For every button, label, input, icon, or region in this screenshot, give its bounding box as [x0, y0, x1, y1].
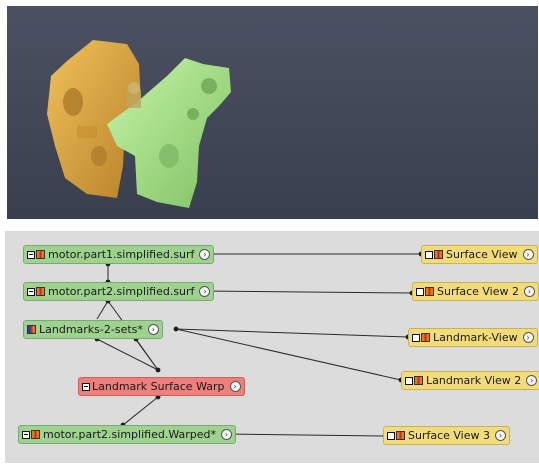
chevron-right-icon[interactable]: ›	[526, 375, 538, 386]
node-motor-part2-warped[interactable]: motor.part2.simplified.Warped* ›	[18, 425, 236, 444]
node-landmark-surface-warp[interactable]: Landmark Surface Warp ›	[78, 377, 245, 396]
chevron-right-icon[interactable]: ›	[199, 249, 211, 260]
node-landmark-view[interactable]: Landmark-View ›	[408, 328, 538, 347]
node-label: Landmark-View	[433, 331, 518, 344]
checkbox-icon[interactable]	[412, 333, 420, 342]
node-landmark-view-2[interactable]: Landmark View 2 ›	[401, 371, 539, 390]
node-label: Surface View 3	[408, 429, 491, 442]
node-label: motor.part1.simplified.surf	[48, 248, 195, 261]
node-surface-view[interactable]: Surface View ›	[421, 245, 538, 264]
node-label: Surface View	[446, 248, 518, 261]
node-motor-part2[interactable]: motor.part2.simplified.surf ›	[23, 282, 215, 301]
chevron-right-icon[interactable]: ›	[522, 332, 534, 343]
colormap-icon	[31, 430, 40, 439]
chevron-right-icon[interactable]: ›	[221, 429, 232, 440]
minus-box-icon[interactable]	[22, 430, 30, 439]
minus-box-icon[interactable]	[27, 287, 35, 296]
colormap-icon	[425, 287, 434, 296]
node-label: Landmarks-2-sets*	[39, 323, 143, 336]
node-landmarks[interactable]: Landmarks-2-sets* ›	[23, 320, 163, 339]
colormap-icon	[36, 250, 45, 259]
node-label: motor.part2.simplified.Warped*	[43, 428, 216, 441]
colormap-icon	[36, 287, 45, 296]
chevron-right-icon[interactable]: ›	[524, 286, 536, 297]
minus-box-icon[interactable]	[27, 250, 35, 259]
node-label: Surface View 2	[437, 285, 520, 298]
colormap-icon	[421, 333, 430, 342]
chevron-right-icon[interactable]: ›	[522, 249, 534, 260]
checkbox-icon[interactable]	[405, 376, 413, 385]
checkbox-icon[interactable]	[416, 287, 424, 296]
node-label: motor.part2.simplified.surf	[48, 285, 195, 298]
chevron-right-icon[interactable]: ›	[147, 324, 159, 335]
node-label: Landmark Surface Warp	[92, 380, 225, 393]
colormap-icon	[396, 431, 405, 440]
checkbox-icon[interactable]	[425, 250, 433, 259]
node-motor-part1[interactable]: motor.part1.simplified.surf ›	[23, 245, 215, 264]
colormap-icon	[414, 376, 423, 385]
node-label: Landmark View 2	[426, 374, 522, 387]
chevron-right-icon[interactable]: ›	[229, 381, 241, 392]
chevron-right-icon[interactable]: ›	[199, 286, 211, 297]
viewer-scene[interactable]	[7, 6, 538, 219]
node-surface-view-3[interactable]: Surface View 3 ›	[383, 426, 511, 445]
colormap-blue-icon	[27, 325, 36, 334]
checkbox-icon[interactable]	[387, 431, 395, 440]
minus-box-icon[interactable]	[82, 382, 90, 391]
3d-viewer[interactable]	[7, 6, 538, 219]
object-pool-graph[interactable]: motor.part1.simplified.surf › motor.part…	[5, 231, 539, 463]
node-surface-view-2[interactable]: Surface View 2 ›	[412, 282, 539, 301]
colormap-icon	[434, 250, 443, 259]
chevron-right-icon[interactable]: ›	[495, 430, 507, 441]
